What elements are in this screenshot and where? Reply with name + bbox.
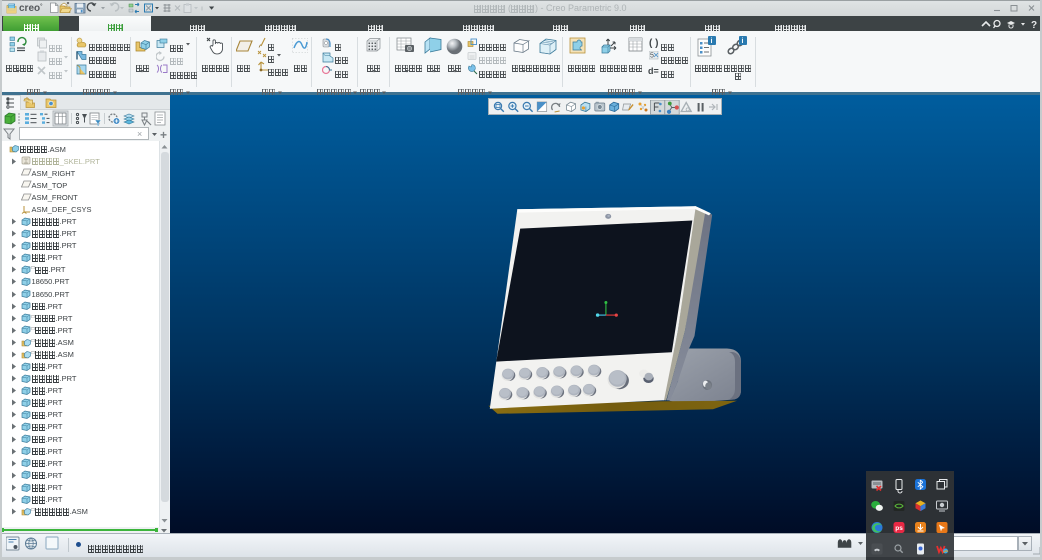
svg-text:5: 5 [650,53,654,60]
svg-text:ps: ps [895,525,903,532]
svg-text:?: ? [1031,20,1037,31]
svg-text:i: i [742,38,744,45]
svg-text:i: i [711,38,713,45]
